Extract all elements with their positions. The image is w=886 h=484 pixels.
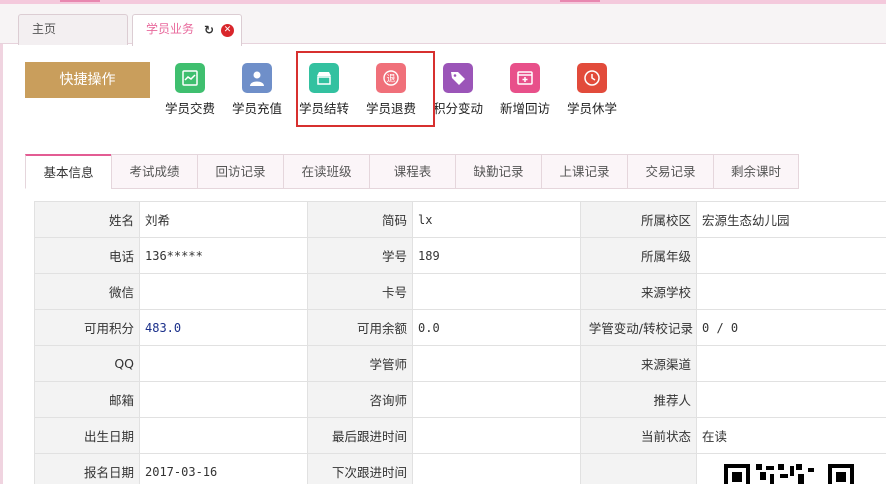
tab-absence-records[interactable]: 缺勤记录 xyxy=(455,154,542,189)
top-strip-accent xyxy=(60,0,100,2)
table-row: 电话 136***** 学号 189 所属年级 xyxy=(34,237,886,274)
student-recharge-button[interactable]: 学员充值 xyxy=(224,62,290,122)
field-value xyxy=(412,417,581,454)
field-value xyxy=(139,381,308,418)
info-tab-bar: 基本信息 考试成绩 回访记录 在读班级 课程表 缺勤记录 上课记录 交易记录 剩… xyxy=(25,154,799,189)
field-value xyxy=(412,381,581,418)
field-label xyxy=(580,453,697,484)
field-value: 刘希 xyxy=(139,201,308,238)
tab-visit-records[interactable]: 回访记录 xyxy=(197,154,284,189)
tag-icon xyxy=(443,63,473,93)
refresh-icon[interactable]: ↻ xyxy=(204,24,216,36)
tab-current-classes[interactable]: 在读班级 xyxy=(283,154,370,189)
payment-icon xyxy=(175,63,205,93)
field-label: 邮箱 xyxy=(34,381,140,418)
field-value xyxy=(412,273,581,310)
tab-attendance-records[interactable]: 上课记录 xyxy=(541,154,628,189)
field-value xyxy=(696,345,886,382)
field-label: 学号 xyxy=(307,237,413,274)
left-rail xyxy=(0,44,3,484)
student-suspend-button[interactable]: 学员休学 xyxy=(559,62,625,122)
user-recharge-icon xyxy=(242,63,272,93)
field-label: 报名日期 xyxy=(34,453,140,484)
close-icon[interactable]: ✕ xyxy=(221,24,234,37)
field-value xyxy=(139,417,308,454)
highlight-box xyxy=(296,51,435,127)
field-label: 所属年级 xyxy=(580,237,697,274)
student-details-table: 姓名 刘希 简码 lx 所属校区 宏源生态幼儿园 电话 136***** 学号 … xyxy=(34,201,886,484)
tab-home[interactable]: 主页 xyxy=(18,14,128,45)
field-label: 出生日期 xyxy=(34,417,140,454)
field-label: 咨询师 xyxy=(307,381,413,418)
field-label: 可用余额 xyxy=(307,309,413,346)
tab-remaining-hours[interactable]: 剩余课时 xyxy=(713,154,799,189)
field-label: 下次跟进时间 xyxy=(307,453,413,484)
field-value xyxy=(139,345,308,382)
tab-exam-scores[interactable]: 考试成绩 xyxy=(111,154,198,189)
field-value xyxy=(696,273,886,310)
field-label: 简码 xyxy=(307,201,413,238)
field-value: lx xyxy=(412,201,581,238)
field-value: 2017-03-16 xyxy=(139,453,308,484)
tab-schedule[interactable]: 课程表 xyxy=(369,154,456,189)
quick-action-label: 学员休学 xyxy=(566,101,617,116)
field-value: 宏源生态幼儿园 xyxy=(696,201,886,238)
quick-action-label: 新增回访 xyxy=(499,101,550,116)
field-value xyxy=(696,381,886,418)
field-label: 来源渠道 xyxy=(580,345,697,382)
add-visit-button[interactable]: 新增回访 xyxy=(492,62,558,122)
add-visit-icon xyxy=(510,63,540,93)
field-value: 在读 xyxy=(696,417,886,454)
field-label: 电话 xyxy=(34,237,140,274)
table-row: QQ 学管师 来源渠道 xyxy=(34,345,886,382)
student-payment-button[interactable]: 学员交费 xyxy=(157,62,223,122)
field-label: 来源学校 xyxy=(580,273,697,310)
field-label: 推荐人 xyxy=(580,381,697,418)
field-label: QQ xyxy=(34,345,140,382)
qr-code-icon xyxy=(724,462,854,484)
field-value: 483.0 xyxy=(139,309,308,346)
field-value: 189 xyxy=(412,237,581,274)
quick-action-label: 学员充值 xyxy=(231,101,282,116)
field-label: 可用积分 xyxy=(34,309,140,346)
field-label: 当前状态 xyxy=(580,417,697,454)
field-value: 136***** xyxy=(139,237,308,274)
field-value xyxy=(412,345,581,382)
table-row: 微信 卡号 来源学校 xyxy=(34,273,886,310)
field-label: 微信 xyxy=(34,273,140,310)
tab-transaction-records[interactable]: 交易记录 xyxy=(627,154,714,189)
field-value xyxy=(139,273,308,310)
table-row: 出生日期 最后跟进时间 当前状态 在读 xyxy=(34,417,886,454)
field-value xyxy=(696,237,886,274)
table-row: 姓名 刘希 简码 lx 所属校区 宏源生态幼儿园 xyxy=(34,201,886,238)
top-strip-accent xyxy=(560,0,600,2)
field-value xyxy=(412,453,581,484)
clock-icon xyxy=(577,63,607,93)
field-value: 0 / 0 xyxy=(696,309,886,346)
field-label: 姓名 xyxy=(34,201,140,238)
field-label: 所属校区 xyxy=(580,201,697,238)
page-tab-bar: 主页 学员业务 ↻ ✕ xyxy=(0,4,886,46)
quick-action-label: 学员交费 xyxy=(164,101,215,116)
field-label: 学管师 xyxy=(307,345,413,382)
table-row: 邮箱 咨询师 推荐人 xyxy=(34,381,886,418)
tab-basic-info[interactable]: 基本信息 xyxy=(25,154,112,189)
field-label: 学管变动/转校记录 xyxy=(580,309,697,346)
field-label: 卡号 xyxy=(307,273,413,310)
field-label: 最后跟进时间 xyxy=(307,417,413,454)
field-value: 0.0 xyxy=(412,309,581,346)
quick-actions-title: 快捷操作 xyxy=(25,62,150,98)
table-row: 可用积分 483.0 可用余额 0.0 学管变动/转校记录 0 / 0 xyxy=(34,309,886,346)
